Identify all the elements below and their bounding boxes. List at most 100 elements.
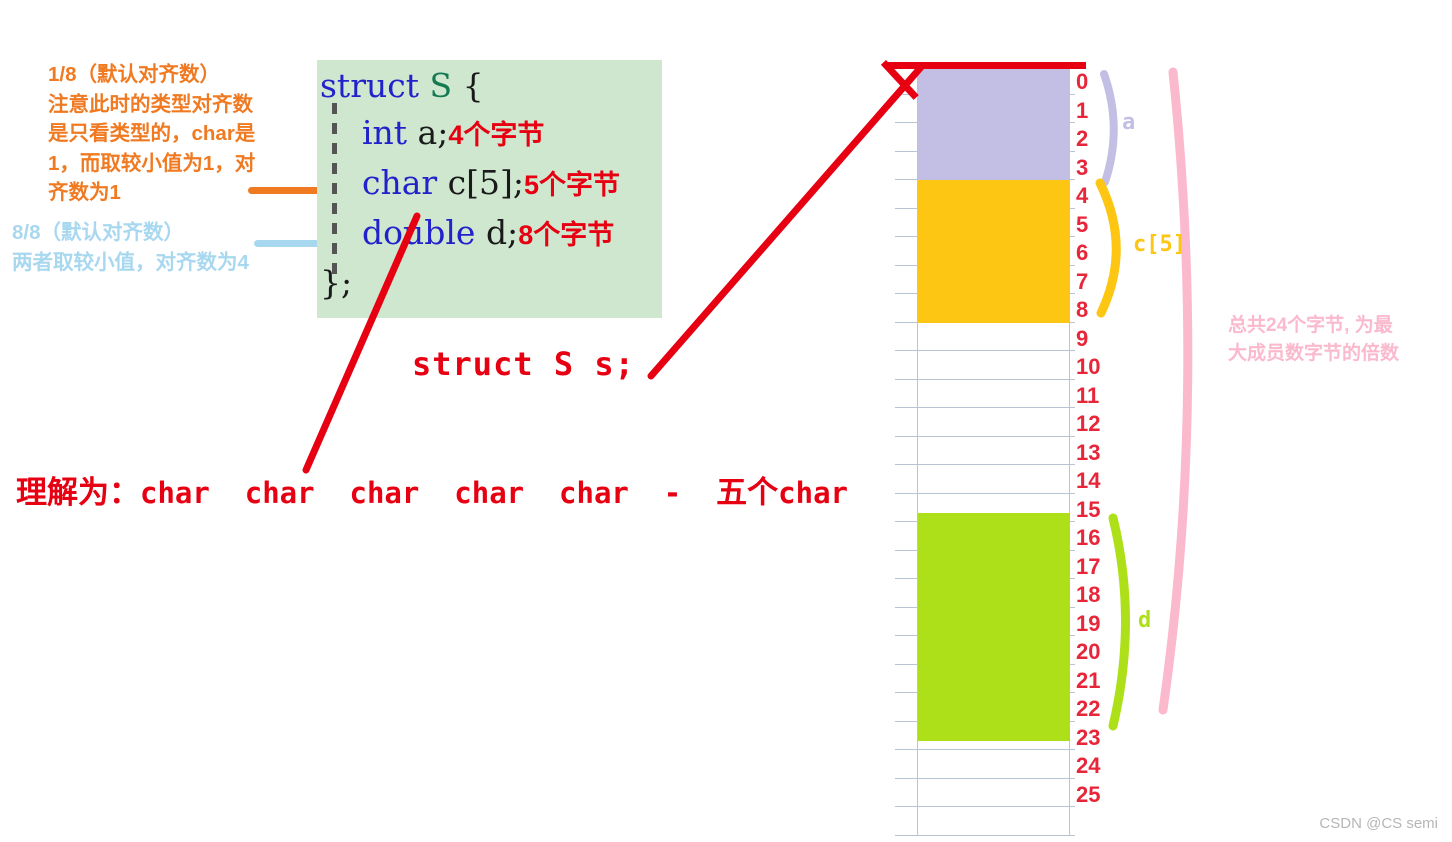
brace-label-d: d	[1138, 608, 1152, 633]
memory-grid-cell	[895, 351, 918, 379]
code-id-a: a;	[417, 113, 449, 152]
byte-index-23: 23	[1076, 724, 1101, 750]
memory-grid-cell	[895, 237, 918, 265]
memory-grid-cell	[895, 465, 918, 493]
memory-grid-cell	[895, 522, 918, 550]
byte-index-4: 4	[1076, 183, 1089, 208]
code-brace-open: {	[462, 66, 484, 105]
code-comment-c: 5个字节	[524, 170, 621, 200]
memory-grid-cell	[895, 607, 918, 635]
byte-index-6: 6	[1076, 240, 1089, 265]
memory-grid-cell	[895, 664, 918, 692]
byte-index-22: 22	[1076, 696, 1101, 721]
memory-grid-cell	[895, 123, 918, 151]
char-expansion-suffix: 五个	[716, 475, 779, 510]
byte-index-0: 0	[1076, 69, 1089, 94]
byte-index-14: 14	[1076, 468, 1101, 493]
char-expansion-note: 理解为：char char char char char - 五个char	[16, 467, 848, 512]
code-id-d: d;	[485, 213, 519, 252]
red-diagonal-decl	[647, 62, 926, 380]
byte-index-25: 25	[1076, 781, 1101, 807]
byte-index-1: 1	[1076, 97, 1089, 123]
memory-grid-cell	[895, 721, 918, 749]
memory-grid-cell	[895, 208, 918, 236]
memory-grid-cell	[895, 778, 918, 806]
total-size-note: 总共24个字节, 为最大成员数字节的倍数	[1228, 315, 1400, 364]
char-expansion-prefix: 理解为：	[16, 475, 140, 510]
memory-grid-cell	[918, 322, 1070, 350]
memory-grid-cell	[895, 151, 918, 179]
code-kw-char: char	[361, 163, 438, 202]
memory-grid-cell	[918, 465, 1070, 493]
memory-grid-cell	[895, 436, 918, 464]
byte-index-19: 19	[1076, 610, 1101, 636]
memory-grid-cell	[895, 408, 918, 436]
memory-grid-cell	[895, 750, 918, 778]
variable-declaration: struct S s;	[412, 345, 635, 383]
memory-grid-cell	[895, 265, 918, 293]
byte-index-17: 17	[1076, 553, 1101, 579]
byte-index-10: 10	[1076, 354, 1101, 379]
byte-index-2: 2	[1076, 126, 1089, 151]
memory-grid-cell	[918, 750, 1070, 778]
byte-index-5: 5	[1076, 211, 1089, 237]
code-id-c: c[5];	[447, 163, 525, 202]
memory-grid-cell	[918, 351, 1070, 379]
memory-grid-row	[895, 379, 1075, 408]
code-brace-close: };	[320, 263, 353, 302]
byte-index-8: 8	[1076, 297, 1089, 322]
byte-index-21: 21	[1076, 667, 1101, 693]
memory-grid-cell	[895, 579, 918, 607]
byte-index-16: 16	[1076, 525, 1101, 550]
alignment-note-orange: 1/8（默认对齐数） 注意此时的类型对齐数 是只看类型的，char是 1，而取较…	[48, 63, 256, 204]
memory-grid-row	[895, 322, 1075, 351]
memory-grid-cell	[895, 379, 918, 407]
byte-index-18: 18	[1076, 582, 1101, 607]
brace-total	[1158, 67, 1193, 715]
memory-grid-row	[895, 778, 1075, 807]
byte-index-11: 11	[1076, 382, 1100, 408]
memory-block-a	[918, 66, 1070, 180]
memory-block-d	[918, 513, 1070, 741]
memory-grid-cell	[918, 778, 1070, 806]
brace-label-a: a	[1122, 110, 1136, 135]
memory-grid-cell	[918, 807, 1070, 835]
code-kw-double: double	[361, 213, 476, 252]
byte-index-12: 12	[1076, 411, 1101, 436]
canvas: 1/8（默认对齐数） 注意此时的类型对齐数 是只看类型的，char是 1，而取较…	[0, 0, 1452, 842]
memory-grid-cell	[918, 436, 1070, 464]
memory-grid-row	[895, 750, 1075, 779]
code-type-S: S	[429, 66, 453, 105]
memory-block-c	[918, 180, 1070, 323]
code-kw-int: int	[361, 113, 408, 152]
code-kw-struct: struct	[320, 66, 419, 105]
byte-index-7: 7	[1076, 268, 1089, 294]
memory-grid-cell	[895, 294, 918, 322]
char-expansion-mono-tail: char	[778, 476, 849, 510]
byte-index-20: 20	[1076, 639, 1101, 664]
memory-grid-cell	[918, 379, 1070, 407]
memory-grid-row	[895, 465, 1075, 494]
memory-grid-cell	[895, 693, 918, 721]
memory-grid-cell	[895, 636, 918, 664]
red-pointer-bar	[886, 62, 1086, 69]
memory-grid-cell	[895, 322, 918, 350]
memory-grid-cell	[895, 180, 918, 208]
memory-grid-row	[895, 351, 1075, 380]
memory-grid-cell	[895, 550, 918, 578]
memory-grid-cell	[895, 807, 918, 835]
memory-grid-row	[895, 807, 1075, 836]
memory-grid-row	[895, 436, 1075, 465]
char-expansion-mono: char char char char char -	[140, 476, 717, 510]
code-comment-a: 4个字节	[448, 120, 545, 150]
byte-index-24: 24	[1076, 753, 1101, 778]
byte-index-15: 15	[1076, 496, 1101, 522]
byte-index-9: 9	[1076, 325, 1089, 351]
brace-label-c: c[5]	[1133, 232, 1186, 257]
byte-index-13: 13	[1076, 439, 1101, 465]
struct-source-code: struct S { int a;4个字节 char c[5];5个字节 dou…	[320, 62, 620, 306]
byte-index-3: 3	[1076, 154, 1089, 180]
code-comment-d: 8个字节	[518, 220, 615, 250]
memory-grid-cell	[895, 493, 918, 521]
memory-grid-cell	[918, 408, 1070, 436]
